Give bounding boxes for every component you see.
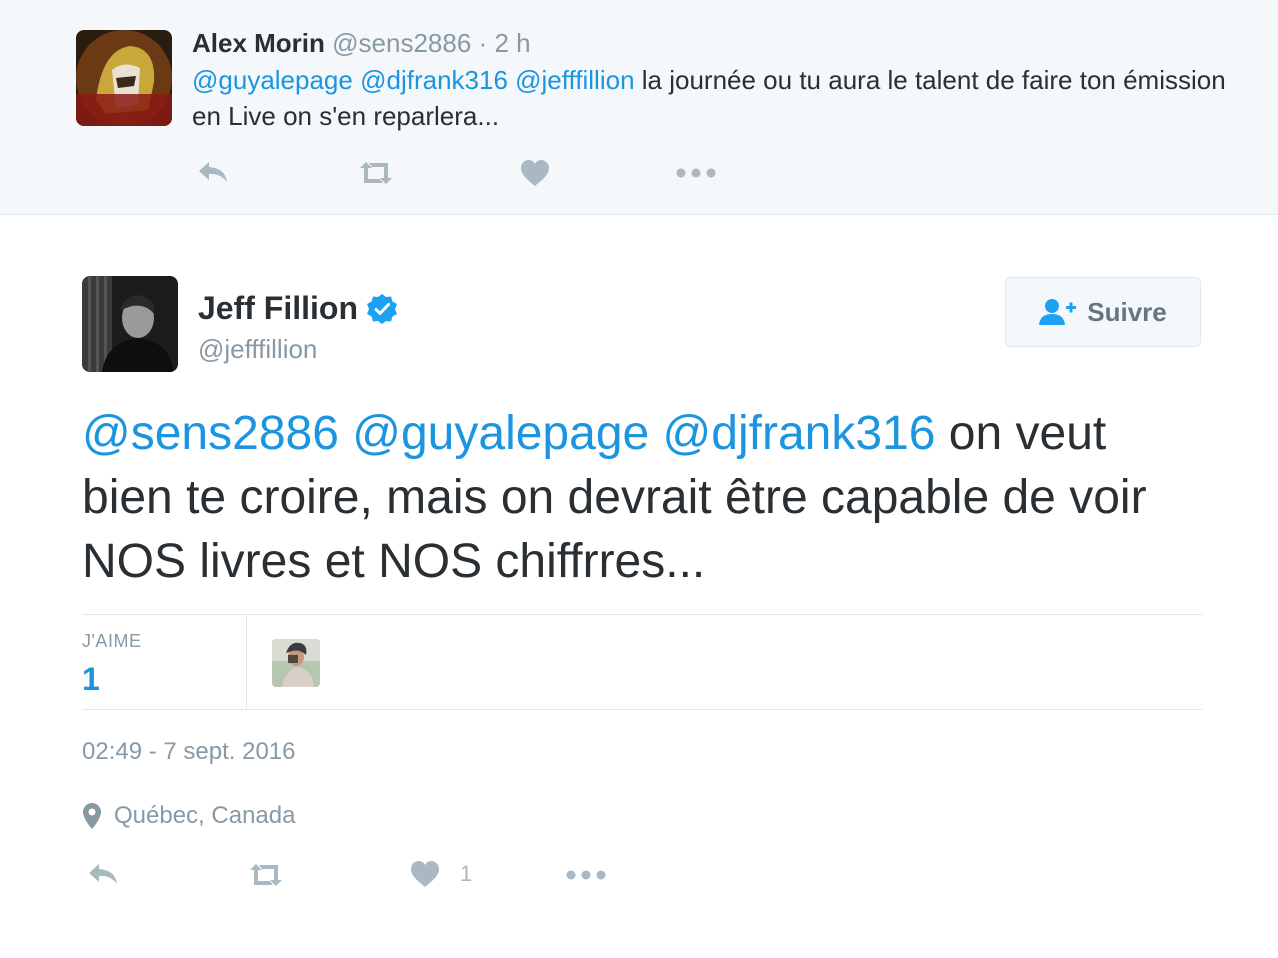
likes-stat[interactable]: J'AIME 1	[82, 615, 247, 709]
tweet-actions: 1	[82, 856, 682, 896]
verified-icon	[367, 293, 397, 324]
like-button[interactable]	[520, 159, 550, 187]
mention-link[interactable]: @guyalepage	[192, 65, 353, 95]
location-pin-icon	[83, 803, 101, 829]
more-button[interactable]	[566, 870, 606, 880]
reply-button[interactable]	[86, 862, 120, 888]
like-button[interactable]: 1	[410, 860, 472, 888]
mention-link[interactable]: @djfrank316	[360, 65, 508, 95]
reply-icon	[199, 162, 227, 182]
retweet-icon	[360, 162, 392, 184]
tweet-time[interactable]: 2 h	[494, 28, 530, 58]
main-tweet: Jeff Fillion @jefffillion Suivre @sens28…	[0, 216, 1278, 958]
more-icon	[676, 168, 716, 178]
author-handle[interactable]: @sens2886	[332, 28, 471, 58]
liker-avatar[interactable]	[272, 639, 320, 687]
likes-count[interactable]: 1	[82, 661, 100, 698]
reply-icon	[89, 864, 117, 884]
mention-link[interactable]: @sens2886	[82, 407, 339, 460]
mention-link[interactable]: @djfrank316	[663, 407, 936, 460]
location-label: Québec, Canada	[114, 802, 296, 829]
header-separator: ·	[478, 28, 488, 58]
author-name[interactable]: Alex Morin	[192, 28, 325, 58]
parent-tweet[interactable]: Alex Morin @sens2886 · 2 h @guyalepage @…	[0, 0, 1278, 215]
mention-link[interactable]: @guyalepage	[352, 407, 649, 460]
mention-link[interactable]: @jefffillion	[515, 65, 634, 95]
retweet-button[interactable]	[356, 160, 396, 186]
more-icon	[566, 870, 606, 880]
heart-icon	[411, 861, 439, 887]
reply-button[interactable]	[196, 160, 230, 186]
tweet-stats: J'AIME 1	[82, 614, 1202, 710]
author-name[interactable]: Jeff Fillion	[198, 290, 358, 327]
avatar[interactable]	[76, 30, 172, 126]
tweet-text: @guyalepage @djfrank316 @jefffillion la …	[192, 62, 1232, 134]
parent-header: Alex Morin @sens2886 · 2 h	[192, 28, 531, 59]
follow-button[interactable]: Suivre	[1005, 277, 1201, 347]
like-count: 1	[460, 861, 473, 886]
avatar[interactable]	[82, 276, 178, 372]
more-button[interactable]	[676, 168, 716, 178]
tweet-timestamp[interactable]: 02:49 - 7 sept. 2016	[82, 738, 296, 766]
follow-person-icon	[1039, 299, 1077, 325]
likes-label: J'AIME	[82, 631, 142, 651]
author-handle[interactable]: @jefffillion	[198, 334, 317, 365]
tweet-text: @sens2886 @guyalepage @djfrank316 on veu…	[82, 402, 1202, 594]
retweet-icon	[250, 864, 282, 886]
author-name-row: Jeff Fillion	[198, 290, 398, 327]
heart-icon	[521, 160, 549, 186]
retweet-button[interactable]	[246, 862, 286, 888]
tweet-location[interactable]: Québec, Canada	[82, 802, 295, 830]
follow-label: Suivre	[1087, 296, 1167, 327]
